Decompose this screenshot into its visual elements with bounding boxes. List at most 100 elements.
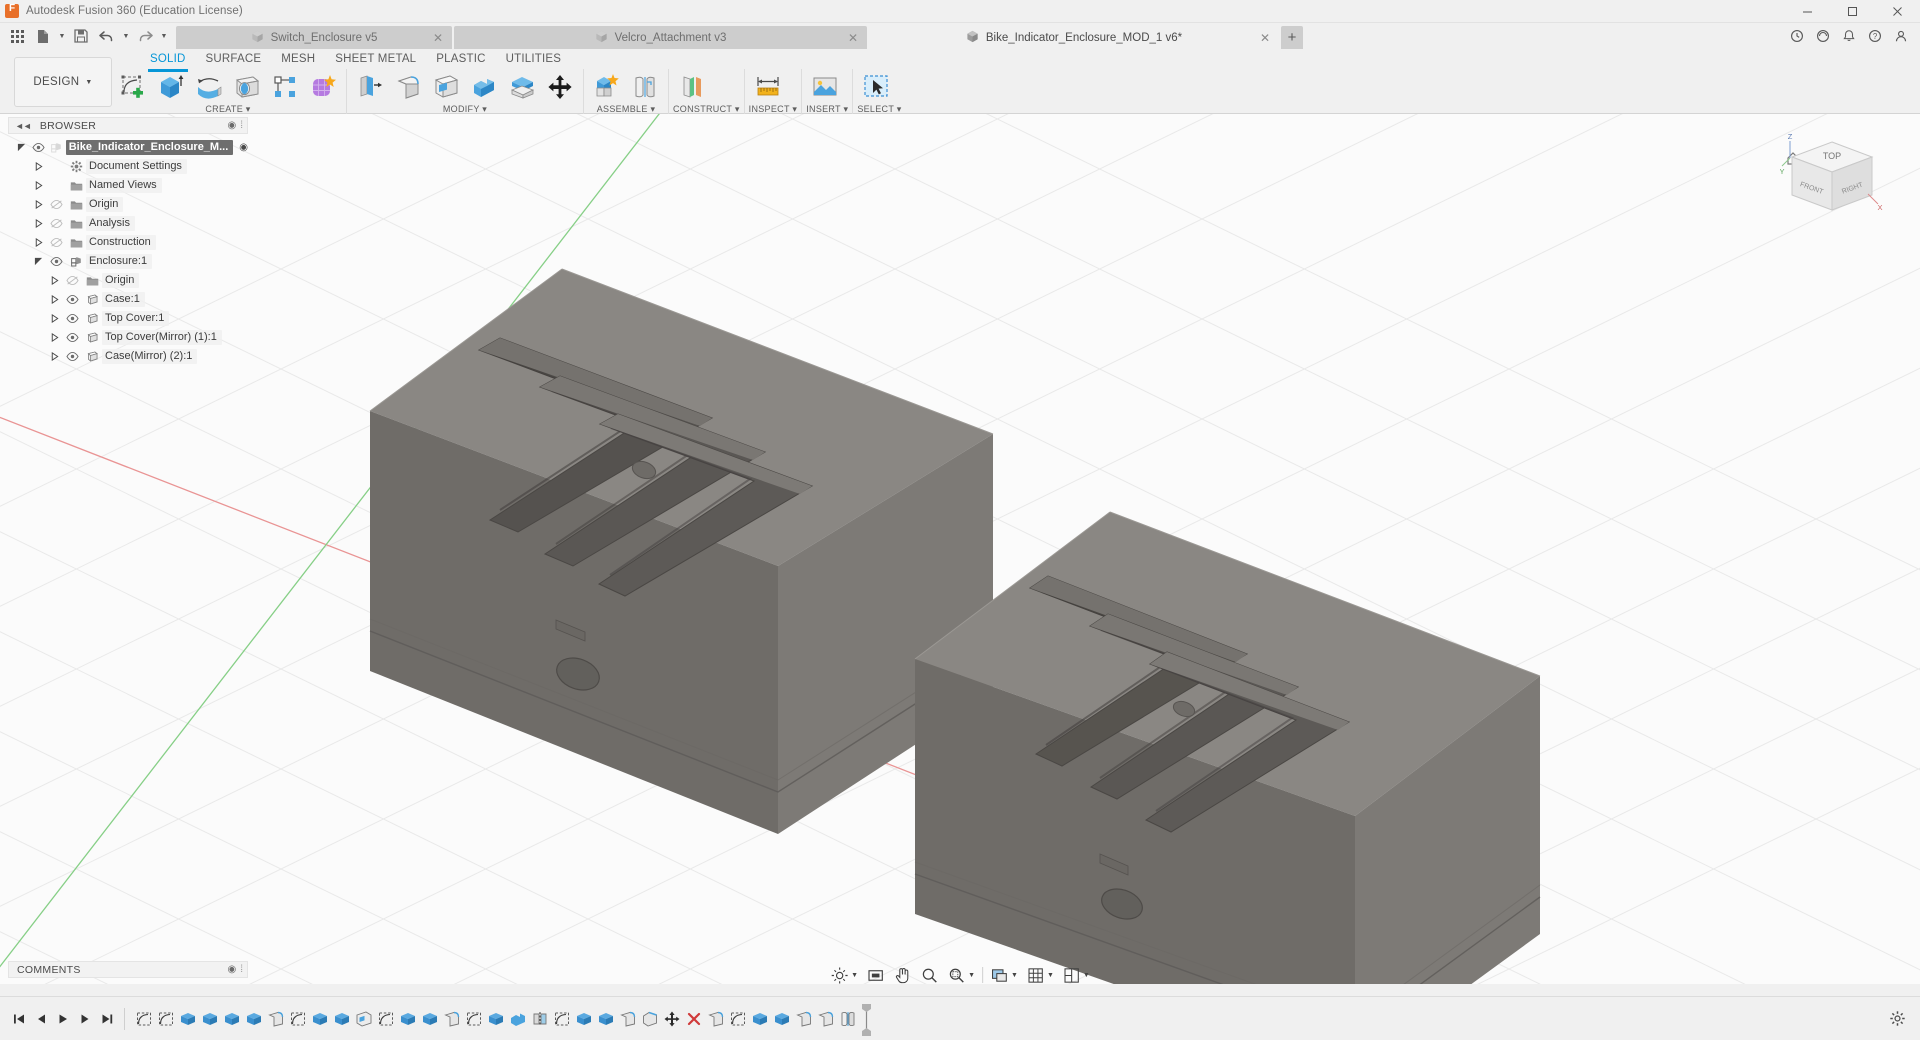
timeline-feature-joint[interactable] <box>837 1008 858 1030</box>
tree-twist-toggle[interactable] <box>14 138 29 157</box>
orbit-icon[interactable]: ▼ <box>826 963 862 987</box>
tab-mesh[interactable]: MESH <box>271 49 325 69</box>
timeline-feature-sketch[interactable] <box>727 1008 748 1030</box>
panel-label-assemble[interactable]: ASSEMBLE ▾ <box>588 104 664 114</box>
joint-icon[interactable] <box>626 69 664 104</box>
tree-twist-toggle[interactable] <box>46 309 62 328</box>
hole-icon[interactable] <box>228 69 266 104</box>
notifications-icon[interactable] <box>1836 24 1862 48</box>
tab-surface[interactable]: SURFACE <box>196 49 272 69</box>
minimize-button[interactable] <box>1785 0 1830 23</box>
timeline-feature-chamfer[interactable] <box>639 1008 660 1030</box>
document-tab-0[interactable]: Switch_Enclosure v5 ✕ <box>176 26 452 49</box>
timeline-feature-extrude[interactable] <box>221 1008 242 1030</box>
tree-twist-toggle[interactable] <box>30 233 46 252</box>
step-forward-icon[interactable] <box>74 1008 96 1030</box>
new-file-caret-icon[interactable]: ▼ <box>56 24 68 48</box>
panel-label-construct[interactable]: CONSTRUCT ▾ <box>673 104 740 114</box>
display-settings-icon[interactable]: ▼ <box>986 963 1022 987</box>
combine-icon[interactable] <box>465 69 503 104</box>
app-grid-icon[interactable] <box>4 24 30 48</box>
timeline-feature-sketch[interactable] <box>287 1008 308 1030</box>
browser-tree-item[interactable]: Origin <box>8 271 248 290</box>
timeline-feature-fillet[interactable] <box>705 1008 726 1030</box>
tree-twist-toggle[interactable] <box>46 347 62 366</box>
browser-tree-item[interactable]: Analysis <box>8 214 248 233</box>
browser-tree-item[interactable]: Construction <box>8 233 248 252</box>
timeline-feature-fillet[interactable] <box>815 1008 836 1030</box>
tree-twist-toggle[interactable] <box>30 195 46 214</box>
grid-snaps-icon[interactable]: ▼ <box>1022 963 1058 987</box>
visibility-toggle[interactable] <box>62 309 82 328</box>
go-to-end-icon[interactable] <box>96 1008 118 1030</box>
view-cube[interactable]: TOP FRONT RIGHT Z Y X <box>1780 132 1884 236</box>
save-icon[interactable] <box>68 24 94 48</box>
timeline-feature-sketch[interactable] <box>155 1008 176 1030</box>
fillet-icon[interactable] <box>389 69 427 104</box>
workspace-selector[interactable]: DESIGN ▼ <box>14 57 112 107</box>
form-icon[interactable] <box>304 69 342 104</box>
offset-plane-icon[interactable] <box>673 69 711 104</box>
job-status-icon[interactable] <box>1784 24 1810 48</box>
revolve-icon[interactable] <box>190 69 228 104</box>
timeline-feature-fillet[interactable] <box>617 1008 638 1030</box>
document-tab-1[interactable]: Velcro_Attachment v3 ✕ <box>454 26 867 49</box>
chevron-down-icon[interactable]: ▼ <box>1047 972 1054 979</box>
timeline-feature-mirror[interactable] <box>529 1008 550 1030</box>
timeline-feature-extrude[interactable] <box>177 1008 198 1030</box>
timeline-feature-extrude[interactable] <box>749 1008 770 1030</box>
timeline-feature-extrude[interactable] <box>199 1008 220 1030</box>
timeline-feature-sketch[interactable] <box>463 1008 484 1030</box>
timeline-feature-extrude[interactable] <box>485 1008 506 1030</box>
insert-mcmaster-icon[interactable] <box>806 69 844 104</box>
panel-label-create[interactable]: CREATE ▾ <box>114 104 342 114</box>
visibility-toggle[interactable] <box>29 138 47 157</box>
redo-caret-icon[interactable]: ▼ <box>158 24 170 48</box>
visibility-toggle[interactable] <box>62 290 82 309</box>
new-file-icon[interactable] <box>30 24 56 48</box>
tree-twist-toggle[interactable] <box>30 157 46 176</box>
timeline-feature-sketch[interactable] <box>375 1008 396 1030</box>
document-tab-2[interactable]: Bike_Indicator_Enclosure_MOD_1 v6* ✕ <box>869 26 1279 49</box>
timeline-feature-extrude[interactable] <box>397 1008 418 1030</box>
timeline-feature-shell[interactable] <box>353 1008 374 1030</box>
timeline-feature-extrude[interactable] <box>243 1008 264 1030</box>
browser-tree-item[interactable]: Origin <box>8 195 248 214</box>
browser-tree-item[interactable]: Enclosure:1 <box>8 252 248 271</box>
comments-grip-icon[interactable]: ⁞ <box>240 964 243 975</box>
undo-icon[interactable] <box>94 24 120 48</box>
close-button[interactable] <box>1875 0 1920 23</box>
zoom-window-icon[interactable]: ▼ <box>943 963 979 987</box>
extrude-icon[interactable] <box>152 69 190 104</box>
visibility-toggle[interactable] <box>62 328 82 347</box>
new-tab-button[interactable]: + <box>1281 26 1303 49</box>
timeline-feature-combine[interactable] <box>507 1008 528 1030</box>
timeline-feature-extrude[interactable] <box>331 1008 352 1030</box>
maximize-button[interactable] <box>1830 0 1875 23</box>
press-pull-icon[interactable] <box>351 69 389 104</box>
radio-dot-icon[interactable]: ◉ <box>239 142 248 153</box>
comments-options-icon[interactable]: ◉ <box>227 964 236 975</box>
visibility-toggle[interactable] <box>62 271 82 290</box>
timeline-feature-move[interactable] <box>661 1008 682 1030</box>
visibility-toggle[interactable] <box>46 233 66 252</box>
browser-options-icon[interactable]: ◉ <box>227 120 236 131</box>
panel-label-modify[interactable]: MODIFY ▾ <box>351 104 579 114</box>
timeline-feature-extrude[interactable] <box>595 1008 616 1030</box>
panel-label-insert[interactable]: INSERT ▾ <box>806 104 848 114</box>
viewports-icon[interactable]: ▼ <box>1058 963 1094 987</box>
tab-plastic[interactable]: PLASTIC <box>426 49 495 69</box>
chevron-down-icon[interactable]: ▼ <box>968 972 975 979</box>
tab-solid[interactable]: SOLID <box>140 49 196 69</box>
go-to-beginning-icon[interactable] <box>8 1008 30 1030</box>
create-sketch-icon[interactable] <box>114 69 152 104</box>
undo-caret-icon[interactable]: ▼ <box>120 24 132 48</box>
chevron-down-icon[interactable]: ▼ <box>1011 972 1018 979</box>
tree-twist-toggle[interactable] <box>46 328 62 347</box>
timeline-feature-extrude[interactable] <box>771 1008 792 1030</box>
tab-utilities[interactable]: UTILITIES <box>496 49 571 69</box>
browser-tree-item[interactable]: Document Settings <box>8 157 248 176</box>
browser-tree-item[interactable]: Top Cover(Mirror) (1):1 <box>8 328 248 347</box>
visibility-toggle[interactable] <box>62 347 82 366</box>
timeline-feature-extrude[interactable] <box>573 1008 594 1030</box>
